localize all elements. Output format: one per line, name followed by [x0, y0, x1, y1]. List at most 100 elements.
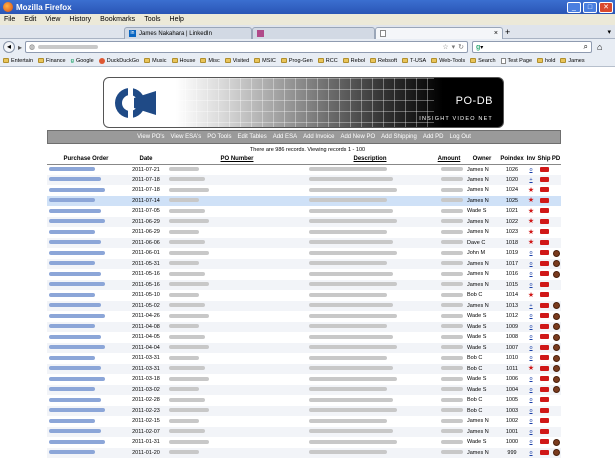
col-inv[interactable]: Inv: [525, 155, 537, 165]
cell-purchase-order[interactable]: [47, 437, 125, 448]
bookmark-item[interactable]: g Google: [71, 58, 94, 64]
cell-ship[interactable]: [537, 269, 551, 280]
col-date[interactable]: Date: [125, 155, 167, 165]
cell-pd[interactable]: [551, 311, 561, 322]
cell-pd[interactable]: [551, 405, 561, 416]
bookmark-item[interactable]: hold: [537, 58, 555, 64]
cell-purchase-order[interactable]: [47, 258, 125, 269]
cell-ship[interactable]: [537, 447, 551, 458]
forward-button[interactable]: ▸: [18, 43, 22, 52]
cell-invoice[interactable]: o: [525, 437, 537, 448]
invoice-star-icon[interactable]: ★: [528, 208, 534, 215]
cell-ship[interactable]: [537, 258, 551, 269]
cell-purchase-order[interactable]: [47, 447, 125, 458]
pd-icon[interactable]: [553, 449, 560, 457]
shipping-truck-icon[interactable]: [539, 271, 549, 277]
col-description[interactable]: Description: [307, 155, 433, 165]
tab-active[interactable]: ×: [375, 27, 503, 39]
invoice-star-icon[interactable]: ★: [528, 239, 534, 246]
cell-pd[interactable]: [551, 342, 561, 353]
minimize-button[interactable]: _: [567, 1, 581, 13]
nav-add-shipping[interactable]: Add Shipping: [381, 134, 417, 140]
home-icon[interactable]: ⌂: [597, 42, 602, 52]
nav-view-esas[interactable]: View ESA's: [171, 134, 202, 140]
cell-invoice[interactable]: o: [525, 426, 537, 437]
table-row[interactable]: 2011-06-01 John M 1019 o: [47, 248, 561, 259]
cell-ship[interactable]: [537, 206, 551, 217]
cell-ship[interactable]: [537, 227, 551, 238]
invoice-link[interactable]: o: [529, 408, 532, 414]
table-row[interactable]: 2011-04-05 Wade S 1008 o: [47, 332, 561, 343]
cell-invoice[interactable]: o: [525, 311, 537, 322]
shipping-truck-icon[interactable]: [539, 365, 549, 371]
invoice-link[interactable]: o: [529, 313, 532, 319]
invoice-link[interactable]: o: [529, 345, 532, 351]
invoice-link[interactable]: o: [529, 324, 532, 330]
cell-invoice[interactable]: o: [525, 332, 537, 343]
shipping-truck-icon[interactable]: [539, 323, 549, 329]
cell-purchase-order[interactable]: [47, 342, 125, 353]
shipping-truck-icon[interactable]: [539, 260, 549, 266]
cell-invoice[interactable]: o: [525, 321, 537, 332]
shipping-truck-icon[interactable]: [539, 250, 549, 256]
table-row[interactable]: 2011-03-18 Wade S 1006 o: [47, 374, 561, 385]
invoice-link[interactable]: o: [529, 271, 532, 277]
shipping-truck-icon[interactable]: [539, 292, 549, 298]
cell-ship[interactable]: [537, 300, 551, 311]
pd-icon[interactable]: [553, 260, 560, 268]
invoice-link[interactable]: o: [529, 450, 532, 456]
invoice-link[interactable]: o: [529, 418, 532, 424]
pd-icon[interactable]: [553, 375, 560, 383]
pd-icon[interactable]: [553, 386, 560, 394]
menu-bookmarks[interactable]: Bookmarks: [100, 16, 135, 23]
cell-pd[interactable]: [551, 248, 561, 259]
search-icon[interactable]: ⌕: [584, 42, 588, 52]
cell-invoice[interactable]: ★: [525, 290, 537, 301]
invoice-link[interactable]: +: [529, 177, 532, 183]
shipping-truck-icon[interactable]: [539, 208, 549, 214]
cell-purchase-order[interactable]: [47, 416, 125, 427]
cell-purchase-order[interactable]: [47, 300, 125, 311]
tab-list-icon[interactable]: ▾: [607, 28, 611, 36]
col-poindex[interactable]: Poindex: [499, 155, 525, 165]
cell-pd[interactable]: [551, 216, 561, 227]
cell-purchase-order[interactable]: [47, 279, 125, 290]
cell-purchase-order[interactable]: [47, 164, 125, 175]
cell-ship[interactable]: [537, 321, 551, 332]
invoice-star-icon[interactable]: ★: [528, 187, 534, 194]
menu-help[interactable]: Help: [170, 16, 184, 23]
pd-icon[interactable]: [553, 323, 560, 331]
cell-purchase-order[interactable]: [47, 206, 125, 217]
bookmark-item[interactable]: DuckDuckGo: [98, 57, 139, 64]
cell-purchase-order[interactable]: [47, 321, 125, 332]
shipping-truck-icon[interactable]: [539, 407, 549, 413]
cell-invoice[interactable]: ★: [525, 227, 537, 238]
pd-icon[interactable]: [553, 438, 560, 446]
cell-ship[interactable]: [537, 363, 551, 374]
shipping-truck-icon[interactable]: [539, 218, 549, 224]
cell-pd[interactable]: [551, 174, 561, 185]
cell-pd[interactable]: [551, 384, 561, 395]
cell-purchase-order[interactable]: [47, 290, 125, 301]
pd-icon[interactable]: [553, 312, 560, 320]
cell-pd[interactable]: [551, 237, 561, 248]
pd-icon[interactable]: [553, 270, 560, 278]
shipping-truck-icon[interactable]: [539, 176, 549, 182]
invoice-star-icon[interactable]: ★: [528, 218, 534, 225]
cell-ship[interactable]: [537, 342, 551, 353]
cell-ship[interactable]: [537, 311, 551, 322]
cell-purchase-order[interactable]: [47, 332, 125, 343]
cell-invoice[interactable]: o: [525, 279, 537, 290]
cell-invoice[interactable]: o: [525, 395, 537, 406]
shipping-truck-icon[interactable]: [539, 428, 549, 434]
cell-ship[interactable]: [537, 332, 551, 343]
menu-file[interactable]: File: [4, 16, 15, 23]
nav-view-pos[interactable]: View PO's: [137, 134, 164, 140]
invoice-star-icon[interactable]: ★: [528, 292, 534, 299]
tab-linkedin[interactable]: in James Nakahara | LinkedIn: [124, 27, 252, 39]
cell-invoice[interactable]: o: [525, 342, 537, 353]
cell-ship[interactable]: [537, 195, 551, 206]
table-row[interactable]: 2011-01-20 James N 999 o: [47, 447, 561, 458]
url-bar[interactable]: ◍ ☆ ▾ ↻: [25, 41, 469, 53]
menu-edit[interactable]: Edit: [24, 16, 36, 23]
